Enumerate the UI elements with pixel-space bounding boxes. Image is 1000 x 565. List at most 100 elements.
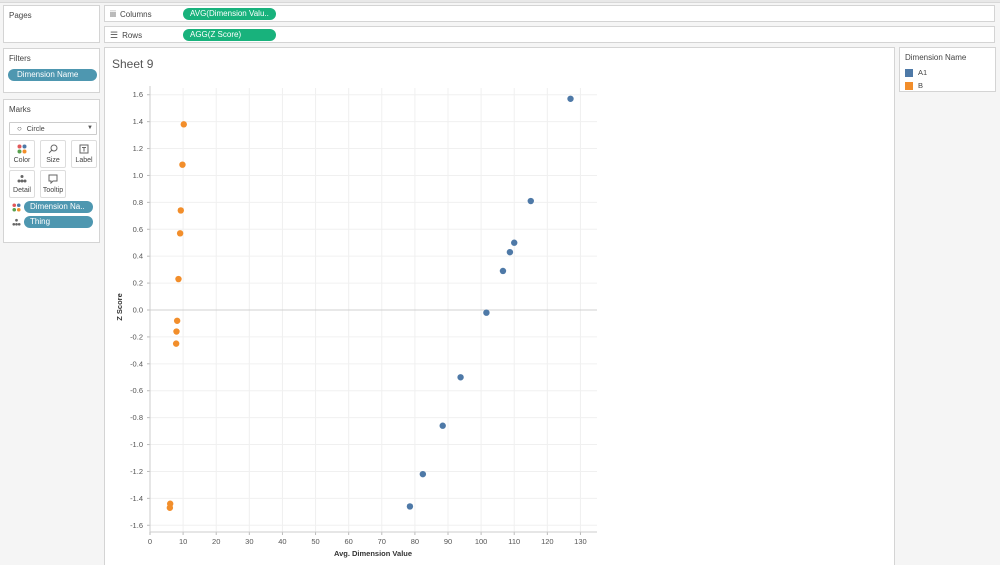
marks-card-title: Marks xyxy=(9,105,31,114)
mark-type-dropdown[interactable]: ○ Circle ▼ xyxy=(9,122,97,135)
marks-card[interactable]: Marks ○ Circle ▼ Color Size Label Detail… xyxy=(3,99,100,243)
data-point-a1[interactable] xyxy=(511,239,518,246)
data-point-b[interactable] xyxy=(166,504,174,511)
columns-pill[interactable]: AVG(Dimension Valu.. xyxy=(183,8,276,20)
legend-item-b[interactable]: B xyxy=(905,81,923,90)
x-tick-label: 80 xyxy=(411,537,419,546)
x-tick-label: 60 xyxy=(344,537,352,546)
rows-label-text: Rows xyxy=(122,31,143,40)
data-point-b[interactable] xyxy=(172,340,180,347)
detail-field-icon xyxy=(12,218,21,229)
data-point-b[interactable] xyxy=(177,207,184,214)
y-tick-label: -0.8 xyxy=(130,413,143,422)
tooltip-button-label: Tooltip xyxy=(42,187,64,194)
data-point-b[interactable] xyxy=(173,317,181,324)
y-tick-label: 0.0 xyxy=(133,306,143,315)
tooltip-icon xyxy=(41,174,65,187)
color-dots-icon xyxy=(10,144,34,157)
y-tick-label: -1.4 xyxy=(130,494,143,503)
data-point-b[interactable] xyxy=(176,230,184,237)
x-tick-label: 130 xyxy=(574,537,587,546)
size-icon xyxy=(41,144,65,157)
y-tick-label: 0.6 xyxy=(133,225,143,234)
y-tick-label: 0.2 xyxy=(133,279,143,288)
color-button[interactable]: Color xyxy=(9,140,35,168)
y-tick-label: -0.4 xyxy=(130,359,143,368)
legend-label-a1: A1 xyxy=(918,68,928,77)
label-button-label: Label xyxy=(75,157,93,164)
chevron-down-icon: ▼ xyxy=(87,125,93,131)
data-point-a1[interactable] xyxy=(483,309,490,316)
y-tick-label: -1.2 xyxy=(130,467,143,476)
mark-type-label: Circle xyxy=(26,126,45,133)
x-tick-label: 20 xyxy=(212,537,220,546)
data-point-b[interactable] xyxy=(175,275,182,283)
x-tick-label: 50 xyxy=(311,537,319,546)
data-point-a1[interactable] xyxy=(406,503,414,510)
legend-label-b: B xyxy=(918,81,924,90)
size-button[interactable]: Size xyxy=(40,140,66,168)
x-tick-label: 90 xyxy=(444,537,452,546)
x-tick-label: 0 xyxy=(148,537,152,546)
color-legend[interactable]: Dimension Name A1 B xyxy=(899,47,996,92)
x-tick-label: 70 xyxy=(378,537,386,546)
data-point-b[interactable] xyxy=(180,121,187,128)
filter-pill-dimension-name[interactable]: Dimension Name xyxy=(8,69,97,81)
scatter-chart[interactable]: 0 10 20 30 40 50 60 70 80 90 100 110 120 130 1.6 1.4 1.2… xyxy=(105,48,894,565)
x-tick-label: 10 xyxy=(179,537,187,546)
x-tick-label: 100 xyxy=(475,537,488,546)
data-point-b[interactable] xyxy=(173,328,180,335)
data-point-a1[interactable] xyxy=(506,248,514,256)
top-toolbar-strip xyxy=(0,0,1000,3)
gridlines xyxy=(150,88,597,532)
detail-button[interactable]: Detail xyxy=(9,170,35,198)
pages-card[interactable]: Pages xyxy=(3,5,100,43)
y-tick-label: 0.4 xyxy=(133,252,143,261)
color-field-dots-icon xyxy=(12,203,21,214)
data-point-a1[interactable] xyxy=(527,197,534,205)
pages-card-title: Pages xyxy=(9,11,32,20)
data-point-b[interactable] xyxy=(179,161,186,168)
detail-icon xyxy=(10,174,34,187)
y-tick-label: 1.4 xyxy=(133,117,143,126)
y-tick-label: -1.0 xyxy=(130,440,143,449)
worksheet-view[interactable]: Sheet 9 0 10 20 30 40 50 60 70 80 90 100 110 120 130 1… xyxy=(104,47,895,565)
label-icon xyxy=(72,144,96,157)
columns-icon: iii xyxy=(110,9,116,19)
data-point-a1[interactable] xyxy=(499,267,507,275)
label-button[interactable]: Label xyxy=(71,140,97,168)
x-tick-label: 40 xyxy=(278,537,286,546)
x-axis-title: Avg. Dimension Value xyxy=(334,549,412,558)
rows-shelf[interactable]: ☰ Rows AGG(Z Score) xyxy=(104,26,995,43)
columns-label-text: Columns xyxy=(120,9,152,19)
size-button-label: Size xyxy=(46,157,60,164)
data-points[interactable] xyxy=(166,95,574,511)
x-tick-label: 30 xyxy=(245,537,253,546)
y-tick-label: -0.6 xyxy=(130,386,143,395)
rows-icon: ☰ xyxy=(110,30,119,40)
color-button-label: Color xyxy=(13,157,31,164)
x-tick-label: 110 xyxy=(508,537,520,546)
legend-title: Dimension Name xyxy=(905,53,967,62)
data-point-a1[interactable] xyxy=(439,422,446,429)
data-point-a1[interactable] xyxy=(419,470,427,478)
y-tick-label: 1.2 xyxy=(133,144,143,153)
y-tick-label: 0.8 xyxy=(133,198,143,207)
columns-shelf-label: iii Columns xyxy=(110,9,152,19)
legend-swatch-b xyxy=(905,81,913,90)
columns-shelf[interactable]: iii Columns AVG(Dimension Valu.. xyxy=(104,5,995,22)
legend-item-a1[interactable]: A1 xyxy=(905,68,927,77)
data-point-a1[interactable] xyxy=(457,374,464,381)
y-tick-label: 1.6 xyxy=(133,90,143,99)
data-point-a1[interactable] xyxy=(567,95,574,102)
tooltip-button[interactable]: Tooltip xyxy=(40,170,66,198)
filters-card-title: Filters xyxy=(9,54,31,63)
filters-card[interactable]: Filters Dimension Name xyxy=(3,48,100,93)
detail-field-pill[interactable]: Thing xyxy=(24,216,93,228)
color-field-pill[interactable]: Dimension Na.. xyxy=(24,201,93,213)
axes: 0 10 20 30 40 50 60 70 80 90 100 110 120 130 1.6 1.4 1.2… xyxy=(130,86,597,546)
circle-mark-icon: ○ xyxy=(17,124,22,133)
rows-pill[interactable]: AGG(Z Score) xyxy=(183,29,276,41)
rows-shelf-label: ☰ Rows xyxy=(110,30,142,41)
y-tick-label: -0.2 xyxy=(130,332,143,341)
